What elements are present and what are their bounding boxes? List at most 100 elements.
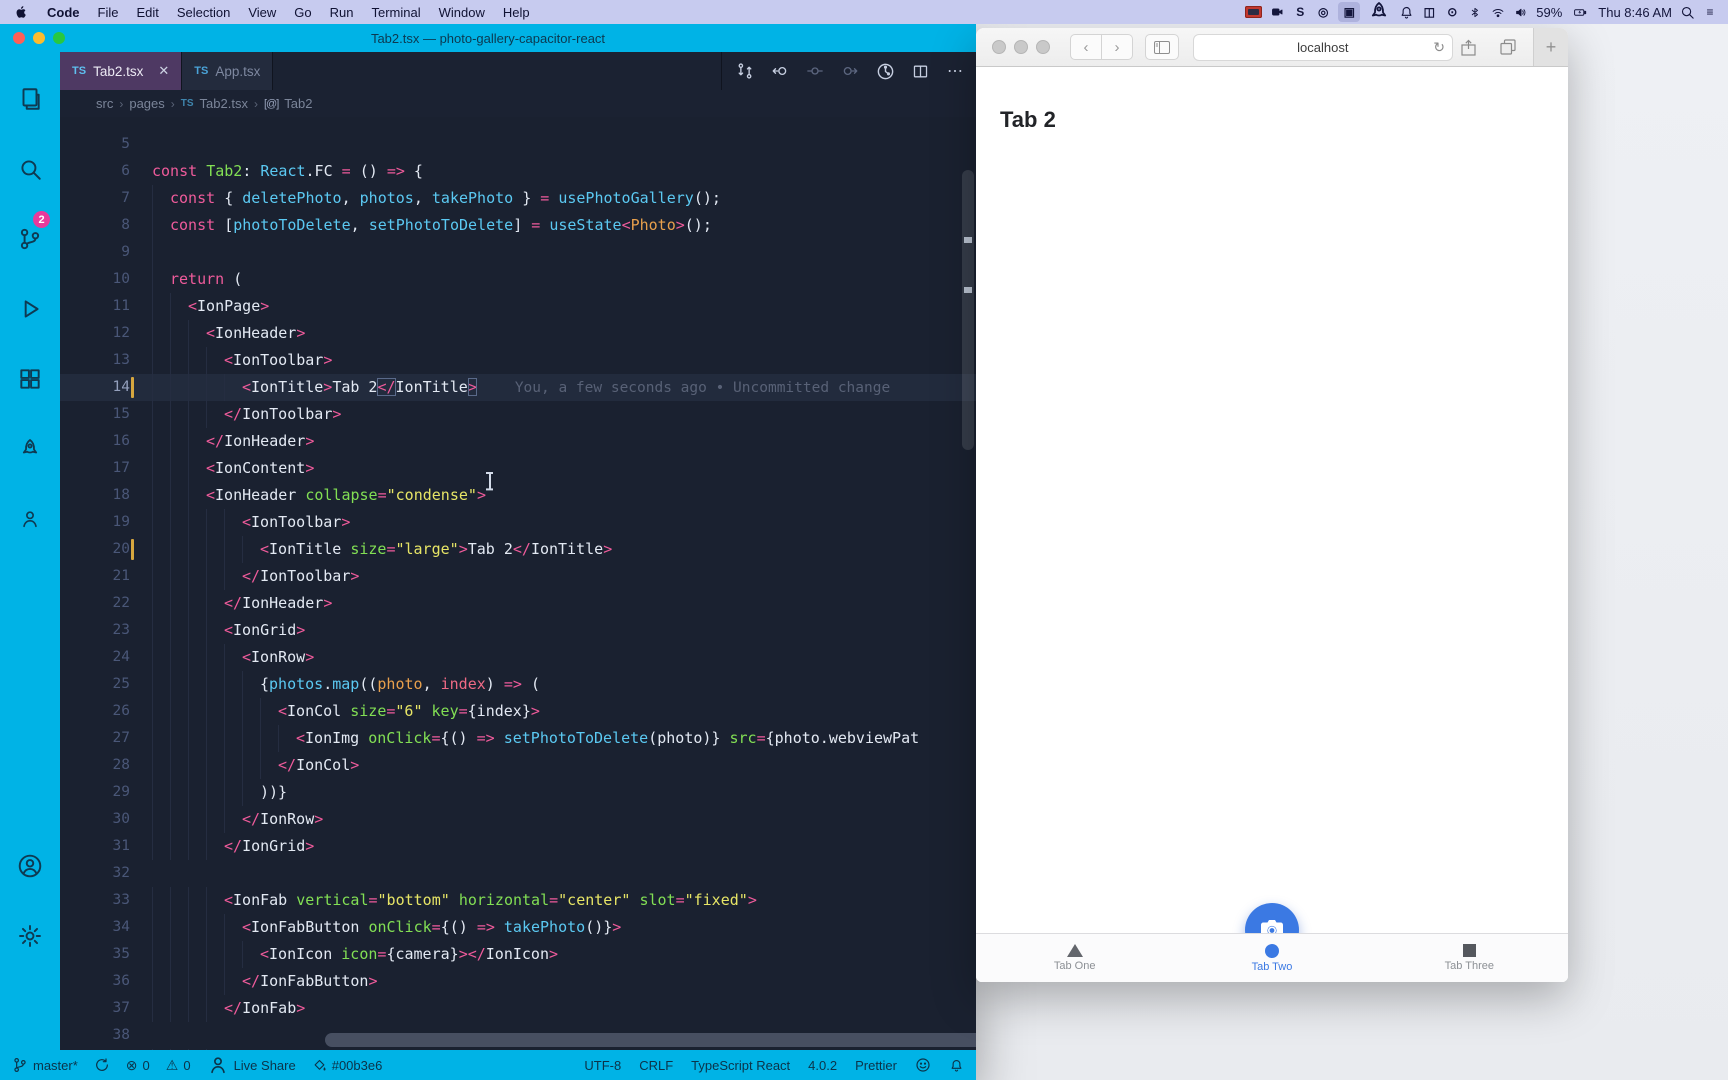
editor-tab-tab2.tsx[interactable]: TS Tab2.tsx ✕: [60, 52, 183, 90]
tab-tab-two[interactable]: Tab Two: [1173, 934, 1370, 982]
vscode-title-bar[interactable]: Tab2.tsx — photo-gallery-capacitor-react: [0, 24, 976, 52]
horizontal-scrollbar[interactable]: [325, 1033, 976, 1047]
new-tab-button[interactable]: +: [1533, 28, 1568, 66]
menu-selection[interactable]: Selection: [168, 5, 239, 20]
sidebar-toggle-icon[interactable]: [1145, 34, 1179, 60]
code-line[interactable]: 13 <IonToolbar>: [60, 347, 976, 374]
status-ts-version[interactable]: 4.0.2: [808, 1058, 837, 1073]
clock[interactable]: Thu 8:46 AM: [1598, 3, 1672, 21]
battery-icon[interactable]: [1569, 3, 1591, 21]
spotlight-search-icon[interactable]: [1679, 3, 1695, 21]
code-line[interactable]: 7 const { deletePhoto, photos, takePhoto…: [60, 185, 976, 212]
more-actions-icon[interactable]: ⋯: [942, 58, 968, 84]
code-line[interactable]: 20 <IonTitle size="large">Tab 2</IonTitl…: [60, 536, 976, 563]
minimize-window-button[interactable]: [33, 32, 45, 44]
line-number[interactable]: 17: [60, 455, 152, 482]
line-number[interactable]: 31: [60, 833, 152, 860]
menu-edit[interactable]: Edit: [127, 5, 167, 20]
line-number[interactable]: 21: [60, 563, 152, 590]
code-line[interactable]: 19 <IonToolbar>: [60, 509, 976, 536]
code-line[interactable]: 11 <IonPage>: [60, 293, 976, 320]
status-warnings[interactable]: ⚠ 0: [166, 1057, 191, 1074]
next-change-icon[interactable]: [837, 58, 863, 84]
window-manager-icon[interactable]: ▣: [1338, 2, 1361, 22]
menu-file[interactable]: File: [89, 5, 128, 20]
refresh-icon[interactable]: ↻: [1433, 39, 1445, 56]
line-number[interactable]: 37: [60, 995, 152, 1022]
menu-window[interactable]: Window: [430, 5, 494, 20]
line-number[interactable]: 38: [60, 1022, 152, 1049]
explorer-icon[interactable]: [0, 75, 60, 123]
line-number[interactable]: 27: [60, 725, 152, 752]
settings-gear-icon[interactable]: [0, 912, 60, 960]
line-number[interactable]: 28: [60, 752, 152, 779]
bluetooth-icon[interactable]: [1467, 3, 1483, 21]
rocket-icon[interactable]: [1367, 2, 1391, 21]
breadcrumb-symbol[interactable]: Tab2: [284, 96, 312, 111]
line-number[interactable]: 22: [60, 590, 152, 617]
current-change-icon[interactable]: [802, 58, 828, 84]
line-number[interactable]: 19: [60, 509, 152, 536]
status-live-share[interactable]: Live Share: [207, 1054, 296, 1076]
code-line[interactable]: 26 <IonCol size="6" key={index}>: [60, 698, 976, 725]
code-line[interactable]: 35 <IonIcon icon={camera}></IonIcon>: [60, 941, 976, 968]
line-number[interactable]: 16: [60, 428, 152, 455]
menu-go[interactable]: Go: [285, 5, 320, 20]
code-line[interactable]: 34 <IonFabButton onClick={() => takePhot…: [60, 914, 976, 941]
notification-bell-icon[interactable]: [1398, 3, 1414, 21]
menu-code[interactable]: Code: [38, 5, 89, 20]
tab-overview-icon[interactable]: [1493, 35, 1523, 59]
compass-icon[interactable]: ⊙: [1444, 3, 1460, 21]
line-number[interactable]: 24: [60, 644, 152, 671]
line-number[interactable]: 11: [60, 293, 152, 320]
line-number[interactable]: 5: [60, 131, 152, 158]
previous-change-icon[interactable]: [767, 58, 793, 84]
code-line[interactable]: 9: [60, 239, 976, 266]
status-formatter[interactable]: Prettier: [855, 1058, 897, 1073]
address-bar[interactable]: localhost ↻: [1192, 33, 1453, 61]
line-number[interactable]: 18: [60, 482, 152, 509]
menu-run[interactable]: Run: [321, 5, 363, 20]
extensions-icon[interactable]: [0, 355, 60, 403]
breadcrumb-file[interactable]: Tab2.tsx: [200, 96, 248, 111]
code-line[interactable]: 5: [60, 131, 976, 158]
file-history-icon[interactable]: [872, 58, 898, 84]
code-line[interactable]: 23 <IonGrid>: [60, 617, 976, 644]
close-window-button[interactable]: [992, 40, 1006, 54]
code-line[interactable]: 32: [60, 860, 976, 887]
account-icon[interactable]: [0, 842, 60, 890]
split-editor-icon[interactable]: [907, 58, 933, 84]
menu-view[interactable]: View: [239, 5, 285, 20]
search-icon[interactable]: [0, 145, 60, 193]
line-number[interactable]: 33: [60, 887, 152, 914]
minimize-window-button[interactable]: [1014, 40, 1028, 54]
zoom-window-button[interactable]: [53, 32, 65, 44]
code-line[interactable]: 25 {photos.map((photo, index) => (: [60, 671, 976, 698]
line-number[interactable]: 20: [60, 536, 152, 563]
code-line[interactable]: 12 <IonHeader>: [60, 320, 976, 347]
record-icon[interactable]: ◎: [1315, 3, 1331, 21]
video-camera-icon[interactable]: [1269, 3, 1285, 21]
code-line[interactable]: 14 <IonTitle>Tab 2</IonTitle> You, a few …: [60, 374, 976, 401]
wifi-icon[interactable]: [1490, 3, 1506, 21]
code-line[interactable]: 17 <IonContent>: [60, 455, 976, 482]
line-number[interactable]: 32: [60, 860, 152, 887]
ionic-rocket-icon[interactable]: [0, 425, 60, 473]
line-number[interactable]: 30: [60, 806, 152, 833]
line-number[interactable]: 36: [60, 968, 152, 995]
line-number[interactable]: 8: [60, 212, 152, 239]
share-icon[interactable]: [1453, 35, 1483, 59]
line-number[interactable]: 29: [60, 779, 152, 806]
open-changes-icon[interactable]: [732, 58, 758, 84]
tab-tab-three[interactable]: Tab Three: [1371, 934, 1568, 982]
code-line[interactable]: 21 </IonToolbar>: [60, 563, 976, 590]
code-line[interactable]: 28 </IonCol>: [60, 752, 976, 779]
line-number[interactable]: 35: [60, 941, 152, 968]
status-eol[interactable]: CRLF: [639, 1058, 673, 1073]
line-number[interactable]: 10: [60, 266, 152, 293]
zoom-window-button[interactable]: [1036, 40, 1050, 54]
forward-button[interactable]: ›: [1102, 34, 1133, 60]
line-number[interactable]: 14: [60, 374, 152, 401]
status-peacock-color[interactable]: #00b3e6: [312, 1058, 382, 1073]
status-notifications-bell[interactable]: [949, 1058, 964, 1073]
